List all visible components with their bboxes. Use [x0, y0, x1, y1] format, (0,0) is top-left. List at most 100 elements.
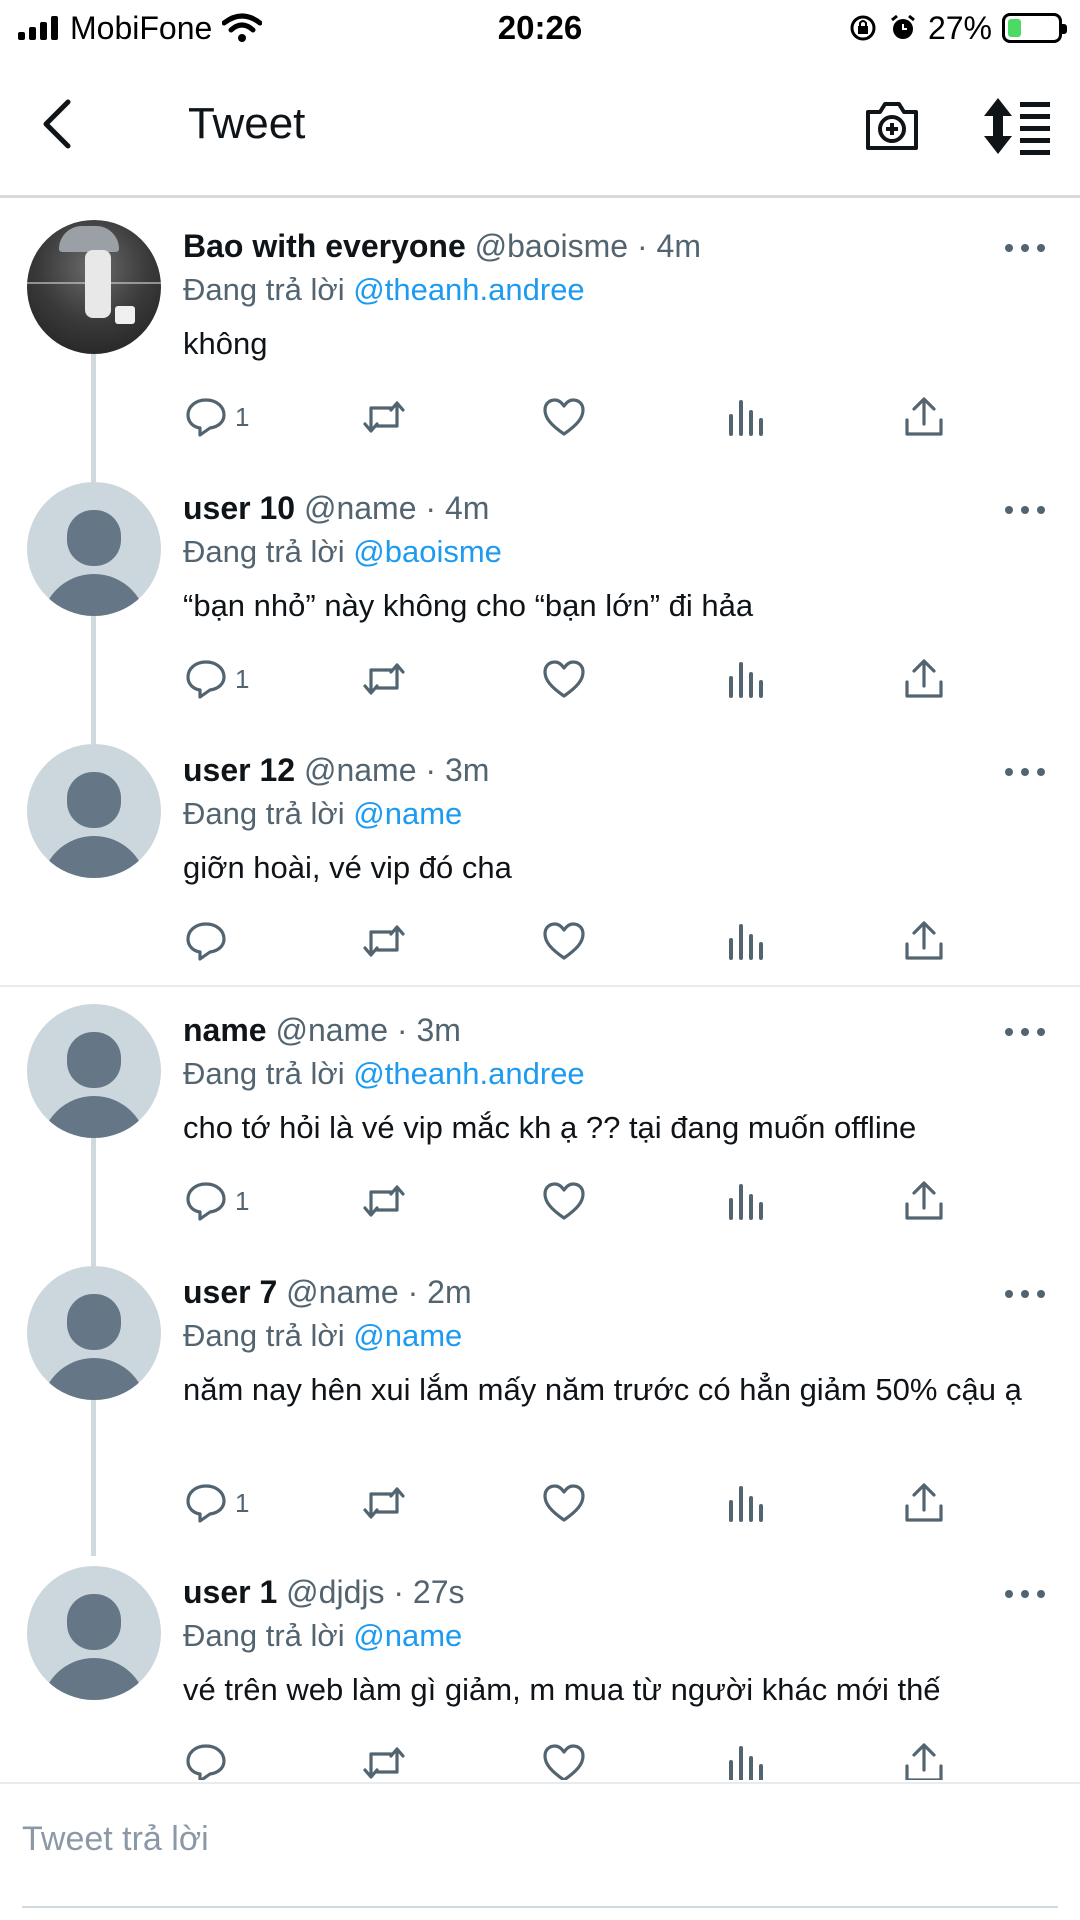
reply-button[interactable]: 1: [183, 1176, 249, 1226]
like-button[interactable]: [541, 1738, 587, 1780]
like-button[interactable]: [541, 392, 587, 442]
more-options-button[interactable]: [1005, 500, 1045, 520]
heart-icon: [543, 1744, 585, 1780]
more-options-button[interactable]: [1005, 238, 1045, 258]
reply-icon: [186, 1484, 226, 1523]
avatar[interactable]: [27, 1266, 161, 1400]
share-button[interactable]: [901, 1478, 947, 1528]
retweet-button[interactable]: [361, 1738, 407, 1780]
tweet-actions: 1: [183, 1176, 963, 1226]
tweet-actions: [183, 916, 963, 966]
thread-line: [91, 1400, 96, 1556]
share-button[interactable]: [901, 654, 947, 704]
reply-button[interactable]: [183, 916, 235, 966]
display-name[interactable]: user 7: [183, 1274, 277, 1310]
reply-count: 1: [235, 663, 250, 694]
avatar[interactable]: [27, 1566, 161, 1700]
replying-to: Đang trả lời @name: [183, 796, 463, 831]
share-button[interactable]: [901, 1176, 947, 1226]
retweet-icon: [363, 1747, 405, 1779]
thread-divider: [0, 985, 1080, 987]
status-right: 27%: [848, 8, 1067, 48]
like-button[interactable]: [541, 1176, 587, 1226]
more-options-button[interactable]: [1005, 1584, 1045, 1604]
user-handle[interactable]: @name: [304, 490, 417, 526]
analytics-button[interactable]: [721, 392, 767, 442]
share-button[interactable]: [901, 1738, 947, 1780]
heart-icon: [543, 922, 585, 960]
tweet-header: user 7 @name · 2m: [183, 1274, 472, 1310]
user-handle[interactable]: @djdjs: [286, 1574, 384, 1610]
tweet-actions: [183, 1738, 963, 1780]
reply-icon: [186, 660, 226, 699]
share-icon: [905, 1483, 943, 1522]
user-handle[interactable]: @name: [286, 1274, 399, 1310]
heart-icon: [543, 1182, 585, 1220]
camera-button[interactable]: [862, 96, 922, 156]
retweet-icon: [363, 925, 405, 957]
mention-link[interactable]: @baoisme: [353, 534, 502, 569]
tweet-actions: 1: [183, 1478, 963, 1528]
analytics-icon: [729, 1486, 763, 1522]
retweet-button[interactable]: [361, 1478, 407, 1528]
avatar[interactable]: [27, 482, 161, 616]
more-options-button[interactable]: [1005, 1284, 1045, 1304]
replying-to: Đang trả lời @theanh.andree: [183, 1056, 585, 1091]
analytics-button[interactable]: [721, 1176, 767, 1226]
analytics-button[interactable]: [721, 654, 767, 704]
like-button[interactable]: [541, 654, 587, 704]
avatar[interactable]: [27, 1004, 161, 1138]
display-name[interactable]: user 1: [183, 1574, 277, 1610]
replying-to: Đang trả lời @baoisme: [183, 534, 502, 569]
mention-link[interactable]: @theanh.andree: [353, 272, 584, 307]
tweet-text: giỡn hoài, vé vip đó cha: [183, 850, 512, 885]
battery-percent: 27%: [927, 9, 992, 46]
share-icon: [905, 921, 943, 960]
display-name[interactable]: user 10: [183, 490, 295, 526]
analytics-button[interactable]: [721, 916, 767, 966]
retweet-button[interactable]: [361, 392, 407, 442]
user-handle[interactable]: @baoisme: [475, 228, 628, 264]
tweet-actions: 1: [183, 654, 963, 704]
avatar[interactable]: [27, 220, 161, 354]
analytics-button[interactable]: [721, 1478, 767, 1528]
reply-button[interactable]: 1: [183, 392, 249, 442]
replying-to: Đang trả lời @name: [183, 1618, 463, 1653]
orientation-lock-icon: [850, 15, 876, 41]
share-button[interactable]: [901, 916, 947, 966]
mention-link[interactable]: @theanh.andree: [353, 1056, 584, 1091]
display-name[interactable]: Bao with everyone: [183, 228, 466, 264]
mention-link[interactable]: @name: [353, 1618, 462, 1653]
analytics-button[interactable]: [721, 1738, 767, 1780]
sort-button[interactable]: [982, 96, 1052, 156]
more-options-button[interactable]: [1005, 1022, 1045, 1042]
timestamp: 4m: [656, 228, 701, 264]
composer-underline: [22, 1906, 1058, 1908]
like-button[interactable]: [541, 1478, 587, 1528]
like-button[interactable]: [541, 916, 587, 966]
battery-icon: [1002, 13, 1067, 43]
back-chevron-icon: [43, 99, 71, 149]
back-button[interactable]: [30, 94, 90, 154]
retweet-button[interactable]: [361, 654, 407, 704]
tweet-text: năm nay hên xui lắm mấy năm trước có hẳn…: [183, 1372, 1022, 1407]
mention-link[interactable]: @name: [353, 796, 462, 831]
user-handle[interactable]: @name: [275, 1012, 388, 1048]
reply-input[interactable]: Tweet trả lời: [22, 1820, 209, 1859]
reply-button[interactable]: [183, 1738, 235, 1780]
reply-button[interactable]: 1: [183, 654, 249, 704]
share-icon: [905, 659, 943, 698]
mention-link[interactable]: @name: [353, 1318, 462, 1353]
share-button[interactable]: [901, 392, 947, 442]
reply-icon: [186, 1182, 226, 1221]
retweet-button[interactable]: [361, 1176, 407, 1226]
retweet-icon: [363, 401, 405, 433]
user-handle[interactable]: @name: [304, 752, 417, 788]
display-name[interactable]: name: [183, 1012, 267, 1048]
reply-button[interactable]: 1: [183, 1478, 249, 1528]
more-options-button[interactable]: [1005, 762, 1045, 782]
avatar[interactable]: [27, 744, 161, 878]
display-name[interactable]: user 12: [183, 752, 295, 788]
analytics-icon: [729, 1746, 763, 1780]
retweet-button[interactable]: [361, 916, 407, 966]
